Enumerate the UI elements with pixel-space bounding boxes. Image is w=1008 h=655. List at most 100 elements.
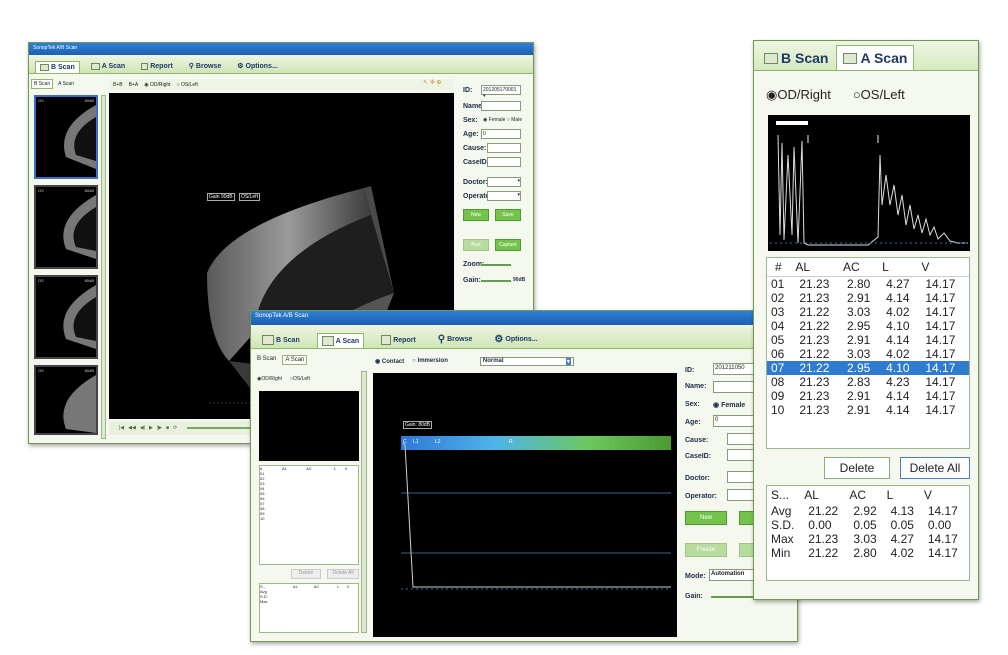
- options-toolbar-button[interactable]: ⚙ Options...: [489, 331, 542, 348]
- bplusb-option[interactable]: B+B: [113, 82, 123, 88]
- rewind-icon[interactable]: ◀◀: [128, 425, 136, 431]
- doctor-select[interactable]: ▾: [487, 177, 521, 187]
- next-frame-icon[interactable]: |▶: [157, 425, 162, 431]
- thumbnail-3[interactable]: OS 80dB: [34, 275, 98, 359]
- stats-cell: 2.80: [853, 546, 877, 560]
- browse-toolbar-button[interactable]: ⚲ Browse: [433, 331, 478, 348]
- ascan-tab[interactable]: A Scan: [282, 355, 308, 365]
- table-row[interactable]: 10 21.23 2.91 4.14 14.17: [767, 403, 969, 417]
- bscan-tab[interactable]: B Scan: [31, 79, 54, 89]
- run-button[interactable]: Run: [463, 239, 489, 251]
- ascan-toolbar-button[interactable]: A Scan: [316, 333, 365, 348]
- new-button[interactable]: New: [463, 209, 489, 221]
- prev-frame-icon[interactable]: ◀|: [140, 425, 145, 431]
- first-frame-icon[interactable]: |◀: [119, 425, 124, 431]
- os-left-radio[interactable]: ○OS/Left: [853, 87, 905, 103]
- bscan-tab[interactable]: B Scan: [255, 355, 278, 365]
- delete-all-button[interactable]: Delete All: [327, 569, 359, 579]
- id-field[interactable]: 201205170001 ▾: [481, 85, 521, 99]
- col-header: AL: [795, 260, 811, 274]
- mode-select[interactable]: Normal ▾: [479, 356, 574, 366]
- delete-all-button[interactable]: Delete All: [900, 457, 970, 479]
- table-row[interactable]: 05 21.23 2.91 4.14 14.17: [767, 333, 969, 347]
- female-radio[interactable]: ◉ Female: [713, 401, 745, 409]
- new-button[interactable]: New: [685, 511, 727, 525]
- immersion-radio[interactable]: ○ Immersion: [412, 358, 448, 364]
- ascan-display[interactable]: Gain: 80dB C L1 L2 R: [373, 373, 677, 637]
- name-field[interactable]: [481, 101, 521, 111]
- play-icon[interactable]: ▶: [149, 425, 153, 431]
- table-cell: 14.17: [925, 361, 956, 375]
- freeze-button[interactable]: Freeze: [685, 543, 727, 557]
- contact-radio[interactable]: ◉ Contact: [375, 358, 404, 365]
- table-cell: 2.80: [846, 277, 871, 291]
- left-tabs: B Scan A Scan: [255, 355, 308, 365]
- table-row[interactable]: 04 21.22 2.95 4.10 14.17: [767, 319, 969, 333]
- table-cell: 21.23: [799, 333, 830, 347]
- table-row[interactable]: 07 21.22 2.95 4.10 14.17: [767, 361, 969, 375]
- table-row[interactable]: 08 21.23 2.83 4.23 14.17: [767, 375, 969, 389]
- od-right-radio[interactable]: ◉ OD/Right: [144, 82, 170, 88]
- operator-select[interactable]: ▾: [487, 191, 521, 201]
- save-button[interactable]: Save: [495, 209, 521, 221]
- table-cell: 2.91: [846, 389, 871, 403]
- od-right-radio[interactable]: ◉OD/Right: [257, 376, 282, 382]
- col-header: S...: [771, 488, 790, 502]
- col-header: AC: [306, 466, 312, 471]
- bplusa-option[interactable]: B+A: [129, 82, 139, 88]
- thumbnail-4[interactable]: OS 80dB: [34, 365, 98, 435]
- table-header: # AL AC L V: [767, 258, 969, 277]
- measure-tool-icon[interactable]: ✣: [430, 80, 435, 86]
- thumbnail-1[interactable]: OS 80dB: [34, 95, 98, 179]
- stats-row: Min 21.22 2.80 4.02 14.17: [767, 546, 969, 560]
- female-radio[interactable]: ◉ Female ○ Male: [483, 117, 522, 123]
- col-header: V: [923, 488, 932, 502]
- table-row[interactable]: 01 21.23 2.80 4.27 14.17: [767, 277, 969, 291]
- bscan-toolbar-button[interactable]: B Scan: [257, 332, 305, 348]
- od-right-radio[interactable]: ◉OD/Right: [766, 87, 831, 103]
- pointer-tool-icon[interactable]: ↖: [423, 80, 428, 86]
- cause-field[interactable]: [487, 143, 521, 153]
- bscan-toolbar-button[interactable]: B Scan: [35, 61, 80, 73]
- report-toolbar-button[interactable]: Report: [136, 60, 178, 73]
- table-row[interactable]: 10: [260, 516, 358, 521]
- age-field[interactable]: 0: [481, 129, 521, 139]
- ascan-tab[interactable]: A Scan: [56, 80, 76, 88]
- stop-icon[interactable]: ■: [166, 425, 169, 431]
- zoom-slider[interactable]: [481, 264, 511, 266]
- loop-icon[interactable]: ⟳: [173, 425, 177, 431]
- age-label: Age:: [685, 419, 701, 426]
- caseid-label: CaseID:: [685, 453, 712, 460]
- gain-slider[interactable]: [711, 596, 755, 598]
- ascan-tab[interactable]: A Scan: [836, 45, 915, 70]
- capture-button[interactable]: Capture: [495, 239, 521, 251]
- eye-radios: ◉OD/Right ○OS/Left: [766, 87, 905, 103]
- bscan-tab[interactable]: B Scan: [760, 46, 832, 70]
- thumbnail-2[interactable]: OS 80dB: [34, 185, 98, 269]
- caseid-field[interactable]: [487, 157, 521, 167]
- gear-icon: ⚙: [237, 63, 244, 70]
- col-header: V: [921, 260, 930, 274]
- eye-radios: ◉OD/Right ○OS/Left: [257, 376, 310, 382]
- report-toolbar-button[interactable]: Report: [376, 332, 421, 348]
- zoom-tool-icon[interactable]: ⊕: [436, 80, 441, 86]
- thumbnail-scrollbar[interactable]: [101, 95, 106, 439]
- left-panel-scrollbar[interactable]: [361, 371, 367, 633]
- table-row[interactable]: 02 21.23 2.91 4.14 14.17: [767, 291, 969, 305]
- delete-button[interactable]: Delete: [291, 569, 321, 579]
- table-row[interactable]: 06 21.22 3.03 4.02 14.17: [767, 347, 969, 361]
- id-label: ID:: [685, 367, 695, 374]
- table-cell: 02: [771, 291, 785, 305]
- browse-toolbar-button[interactable]: ⚲ Browse: [184, 59, 226, 73]
- bscan-icon: [40, 64, 49, 71]
- delete-button[interactable]: Delete: [824, 457, 890, 479]
- ascan-toolbar-button[interactable]: A Scan: [86, 60, 130, 73]
- os-left-radio[interactable]: ○ OS/Left: [177, 82, 198, 88]
- marker-c: C: [403, 439, 407, 445]
- os-left-radio[interactable]: ○OS/Left: [290, 376, 310, 382]
- table-row[interactable]: 09 21.23 2.91 4.14 14.17: [767, 389, 969, 403]
- table-row[interactable]: 03 21.22 3.03 4.02 14.17: [767, 305, 969, 319]
- options-toolbar-button[interactable]: ⚙ Options...: [232, 59, 283, 73]
- gain-slider[interactable]: [481, 280, 511, 282]
- table-cell: 4.10: [886, 361, 910, 375]
